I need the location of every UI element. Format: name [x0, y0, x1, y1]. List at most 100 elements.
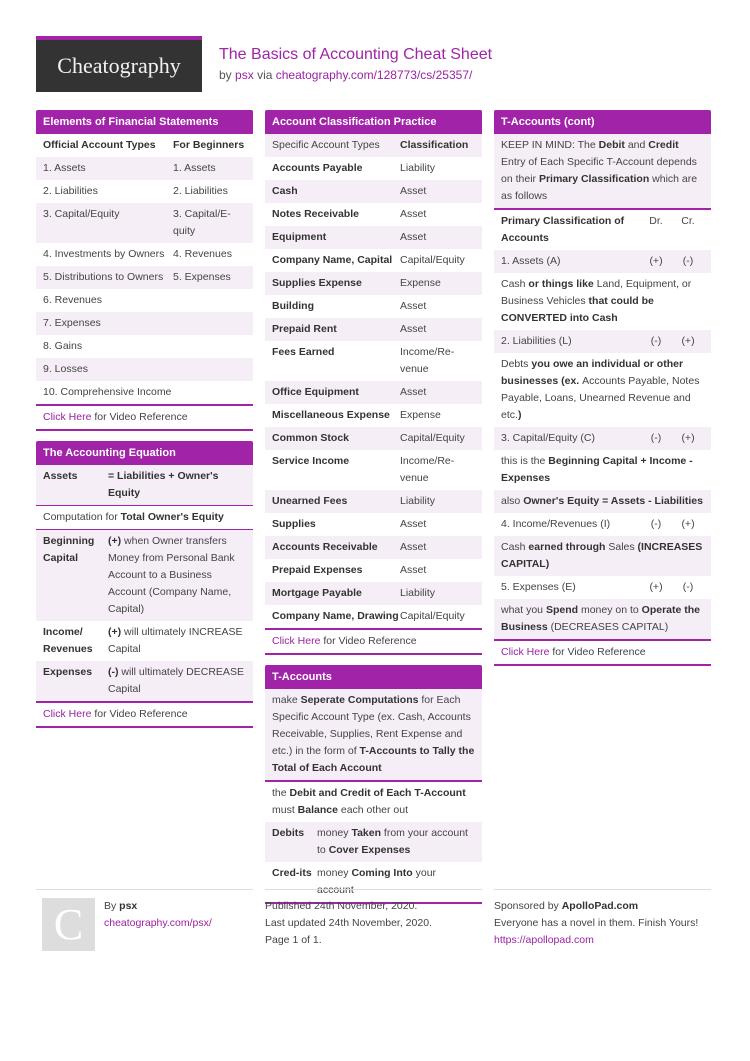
bold-text: Primary Classification: [538, 173, 650, 185]
classification-desc: Debts you owe an individual or other bus…: [494, 353, 711, 427]
table-row: 9. Losses: [36, 358, 253, 381]
cell-beginner: [173, 361, 246, 378]
account-class: Asset: [400, 208, 427, 220]
footer-sponsor: Sponsored by ApolloPad.com Everyone has …: [494, 889, 711, 949]
cell-beginner: 1. Assets: [173, 162, 216, 174]
taccounts-intro: make Seperate Computations for Each Spec…: [265, 689, 482, 780]
table-row: Equipment Asset: [265, 226, 482, 249]
classification-desc: Cash or things like Land, Equipment, or …: [494, 273, 711, 330]
cell-beginner: [173, 292, 246, 309]
computation-label: Computation for Total Owner's Equity: [36, 505, 253, 529]
video-link[interactable]: Click Here: [272, 635, 320, 647]
account-class: Asset: [400, 185, 427, 197]
sign: (-): [108, 666, 119, 678]
cell-official: 8. Gains: [43, 340, 83, 352]
keep-in-mind: KEEP IN MIND: The Debit and Credit Entry…: [494, 134, 711, 208]
table-header: Primary Classification of Accounts Dr. Cr.: [494, 208, 711, 250]
cell-official: 4. Investments by Owners: [43, 248, 165, 260]
classification-desc: this is the Beginning Capital + Income -…: [494, 450, 711, 490]
table-row: Building Asset: [265, 295, 482, 318]
text: what you: [501, 604, 546, 616]
avatar: C: [42, 898, 95, 951]
text: this is the: [501, 455, 549, 467]
section-title: T-Accounts (cont): [494, 110, 711, 134]
section-title: Elements of Financial Statements: [36, 110, 253, 134]
cell-beginner: [173, 384, 246, 401]
account-type: Cash: [272, 185, 298, 197]
account-type: Accounts Payable: [272, 162, 363, 174]
account-class: Asset: [400, 541, 427, 553]
cell-official: 10. Comprehensive Income: [43, 386, 172, 398]
account-type: Prepaid Expenses: [272, 564, 363, 576]
account-type: Fees Earned: [272, 346, 335, 358]
video-link[interactable]: Click Here: [501, 646, 549, 658]
table-header: Specific Account Types Classification: [265, 134, 482, 157]
table-row: Income/ Revenues (+) will ultimately INCR…: [36, 621, 253, 661]
bold-text: ): [517, 409, 522, 421]
section-equation: The Accounting Equation Assets = Liabilit…: [36, 441, 253, 728]
text: the: [272, 787, 290, 799]
account-type: Mortgage Payable: [272, 587, 362, 599]
classification-table: Specific Account Types Classification Acc…: [265, 134, 482, 628]
account-type: Office Equipment: [272, 386, 359, 398]
classification-row: 3. Capital/Equity (C) (-) (+): [494, 427, 711, 450]
table-row: 1. Assets 1. Assets: [36, 157, 253, 180]
text: each other out: [337, 804, 409, 816]
video-link[interactable]: Click Here: [43, 411, 91, 423]
text: money on to: [578, 604, 642, 616]
account-class: Asset: [400, 518, 427, 530]
page-title: The Basics of Accounting Cheat Sheet: [219, 46, 493, 63]
table-row: Notes Receivable Asset: [265, 203, 482, 226]
account-class: Liability: [400, 495, 436, 507]
video-reference: Click Here for Video Reference: [36, 404, 253, 431]
account-class: Expense: [400, 409, 441, 421]
table-row: 4. Investments by Owners 4. Revenues: [36, 243, 253, 266]
sponsor-link[interactable]: https://apollopad.com: [494, 934, 594, 946]
account-class: Capital/Equity: [400, 254, 465, 266]
table-row: 6. Revenues: [36, 289, 253, 312]
account-type: Notes Receivable: [272, 208, 359, 220]
column-3: T-Accounts (cont) KEEP IN MIND: The Debi…: [494, 110, 711, 676]
text: Sales: [608, 541, 635, 553]
cell-official: 3. Capital/Equity: [43, 208, 120, 220]
bold-text: Coming Into: [351, 867, 413, 879]
bold-text: Owner's Equity = Assets - Liabilities: [523, 495, 703, 507]
footer-dates: Published 24th November, 2020. Last upda…: [265, 889, 482, 949]
row-label: Beginning Capital: [43, 535, 95, 564]
table-row: Mortgage Payable Liability: [265, 582, 482, 605]
table-row: Unearned Fees Liability: [265, 490, 482, 513]
account-type: Common Stock: [272, 432, 350, 444]
table-row: Supplies Asset: [265, 513, 482, 536]
cell-beginner: 5. Expenses: [173, 271, 231, 283]
table-row: Prepaid Expenses Asset: [265, 559, 482, 582]
account-class: Asset: [400, 300, 427, 312]
video-link[interactable]: Click Here: [43, 708, 91, 720]
bold-text: Seperate Computations: [300, 694, 419, 706]
cell-official: 7. Expenses: [43, 317, 101, 329]
cell-beginner: 4. Revenues: [173, 248, 232, 260]
account-type: Unearned Fees: [272, 495, 348, 507]
sign: (+): [108, 535, 122, 547]
table-row: 2. Liabilities 2. Liabilities: [36, 180, 253, 203]
table-row: Cash Asset: [265, 180, 482, 203]
author-link[interactable]: psx: [235, 68, 254, 82]
table-row: 7. Expenses: [36, 312, 253, 335]
bold-text: earned through: [525, 541, 609, 553]
account-class: Expense: [400, 277, 441, 289]
table-row: Common Stock Capital/Equity: [265, 427, 482, 450]
author-profile-link[interactable]: cheatography.com/psx/: [104, 917, 212, 929]
text: money: [317, 827, 352, 839]
section-elements: Elements of Financial Statements Officia…: [36, 110, 253, 431]
account-type: Service Income: [272, 455, 350, 467]
cell-official: 6. Revenues: [43, 294, 102, 306]
classification-desc: Cash earned through Sales (INCREASES CAP…: [494, 536, 711, 576]
account-type: Supplies: [272, 518, 316, 530]
video-reference: Click Here for Video Reference: [36, 701, 253, 728]
account-class: Asset: [400, 231, 427, 243]
bold-text: or things like: [525, 278, 597, 290]
sheet-url-link[interactable]: cheatography.com/128773/cs/25357/: [276, 68, 473, 82]
cheatography-logo[interactable]: Cheatography: [36, 36, 202, 92]
classification-desc: also Owner's Equity = Assets - Liabiliti…: [494, 490, 711, 513]
equation-rows: Beginning Capital (+) when Owner transfer…: [36, 529, 253, 701]
section-classification: Account Classification Practice Specific…: [265, 110, 482, 655]
